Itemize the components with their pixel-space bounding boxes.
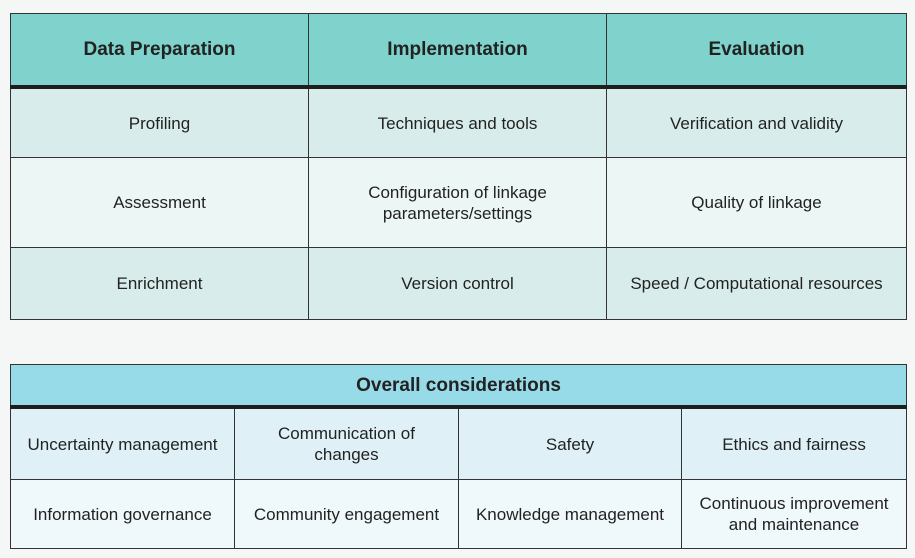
table-cell: Profiling bbox=[10, 86, 309, 158]
table-cell: Enrichment bbox=[10, 247, 309, 320]
phases-header-row: Data Preparation Implementation Evaluati… bbox=[10, 13, 907, 89]
table-cell: Information governance bbox=[10, 479, 235, 549]
table-row: Uncertainty management Communication of … bbox=[10, 406, 908, 480]
table-row: Assessment Configuration of linkage para… bbox=[10, 157, 907, 248]
cell-text: Continuous improvement and maintenance bbox=[699, 494, 889, 534]
table-cell: Verification and validity bbox=[606, 86, 907, 158]
header-evaluation: Evaluation bbox=[606, 13, 907, 89]
table-cell: Uncertainty management bbox=[10, 406, 235, 480]
table-cell: Techniques and tools bbox=[308, 86, 607, 158]
phases-table: Data Preparation Implementation Evaluati… bbox=[10, 13, 907, 320]
table-cell: Safety bbox=[458, 406, 682, 480]
overall-header-row: Overall considerations bbox=[9, 364, 908, 409]
table-cell: Assessment bbox=[10, 157, 309, 248]
table-cell: Communication of changes bbox=[234, 406, 459, 480]
table-cell: Ethics and fairness bbox=[680, 406, 908, 480]
table-cell: Quality of linkage bbox=[606, 157, 907, 248]
header-implementation: Implementation bbox=[308, 13, 607, 89]
table-cell: Version control bbox=[308, 247, 607, 320]
header-data-preparation: Data Preparation bbox=[10, 13, 309, 89]
table-cell: Continuous improvement and maintenance bbox=[680, 479, 908, 549]
table-cell: Speed / Computational resources bbox=[606, 247, 907, 320]
table-cell: Community engagement bbox=[234, 479, 459, 549]
cell-text: Communication of changes bbox=[277, 424, 415, 464]
table-row: Information governance Community engagem… bbox=[10, 479, 908, 549]
overall-considerations-title: Overall considerations bbox=[9, 364, 908, 409]
table-cell: Knowledge management bbox=[458, 479, 682, 549]
overall-considerations-table: Overall considerations Uncertainty manag… bbox=[9, 364, 908, 549]
table-row: Profiling Techniques and tools Verificat… bbox=[10, 86, 907, 158]
cell-text: Configuration of linkage parameters/sett… bbox=[368, 182, 547, 223]
table-row: Enrichment Version control Speed / Compu… bbox=[10, 247, 907, 320]
table-cell: Configuration of linkage parameters/sett… bbox=[308, 157, 607, 248]
